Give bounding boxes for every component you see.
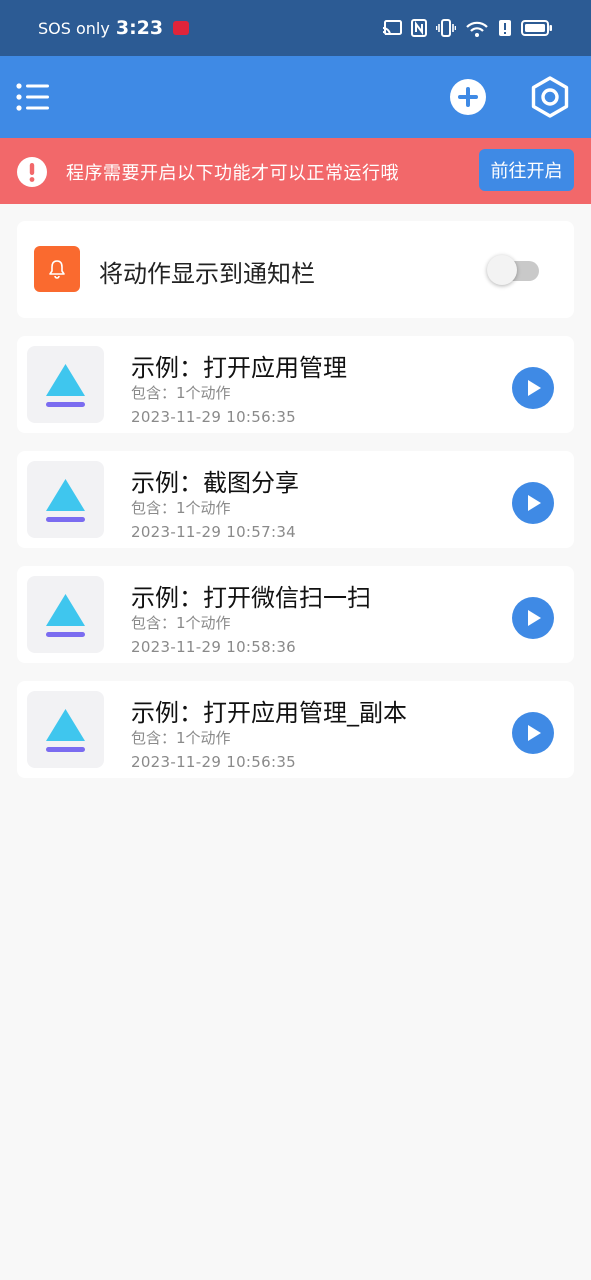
task-title: 示例：打开应用管理 xyxy=(131,354,347,382)
play-button-icon[interactable] xyxy=(512,367,554,409)
status-right xyxy=(382,19,553,37)
exclamation-circle-icon xyxy=(17,157,47,187)
carrier-text: SOS only xyxy=(38,18,110,38)
status-bar: SOS only 3:23 xyxy=(0,0,591,56)
cast-icon xyxy=(382,20,402,36)
task-subtitle: 包含：1个动作 xyxy=(131,384,231,402)
clock: 3:23 xyxy=(115,17,164,39)
nfc-icon xyxy=(411,19,427,37)
task-eject-icon xyxy=(46,594,85,637)
task-title: 示例：截图分享 xyxy=(131,469,299,497)
plus-circle-icon[interactable] xyxy=(449,78,487,116)
notification-setting-card: 将动作显示到通知栏 xyxy=(17,221,574,318)
task-eject-icon xyxy=(46,364,85,407)
task-timestamp: 2023-11-29 10:56:35 xyxy=(131,408,297,426)
warning-text: 程序需要开启以下功能才可以正常运行哦 xyxy=(66,163,399,184)
app-bar xyxy=(0,56,591,138)
task-card[interactable]: 示例：截图分享 包含：1个动作 2023-11-29 10:57:34 xyxy=(17,451,574,548)
task-subtitle: 包含：1个动作 xyxy=(131,729,231,747)
status-left: SOS only 3:23 xyxy=(38,17,190,39)
wifi-icon xyxy=(466,21,488,37)
bell-icon xyxy=(49,260,65,279)
enable-permissions-button[interactable]: 前往开启 xyxy=(479,149,574,191)
task-card[interactable]: 示例：打开应用管理 包含：1个动作 2023-11-29 10:56:35 xyxy=(17,336,574,433)
task-title: 示例：打开应用管理_副本 xyxy=(131,699,407,727)
task-timestamp: 2023-11-29 10:57:34 xyxy=(131,523,297,541)
vibrate-icon xyxy=(436,19,456,37)
task-subtitle: 包含：1个动作 xyxy=(131,614,231,632)
task-title: 示例：打开微信扫一扫 xyxy=(131,584,371,612)
notification-setting-label: 将动作显示到通知栏 xyxy=(99,260,315,288)
task-eject-icon xyxy=(46,479,85,522)
play-button-icon[interactable] xyxy=(512,482,554,524)
app-notification-icon xyxy=(173,21,190,35)
task-thumbnail xyxy=(27,691,104,768)
task-eject-icon xyxy=(46,709,85,752)
play-button-icon[interactable] xyxy=(512,712,554,754)
no-signal-icon xyxy=(499,20,511,36)
task-thumbnail xyxy=(27,346,104,423)
permission-warning-banner: 程序需要开启以下功能才可以正常运行哦 前往开启 xyxy=(0,138,591,204)
task-thumbnail xyxy=(27,576,104,653)
task-timestamp: 2023-11-29 10:56:35 xyxy=(131,753,297,771)
task-card[interactable]: 示例：打开应用管理_副本 包含：1个动作 2023-11-29 10:56:35 xyxy=(17,681,574,778)
menu-list-icon[interactable] xyxy=(16,82,50,112)
task-thumbnail xyxy=(27,461,104,538)
task-timestamp: 2023-11-29 10:58:36 xyxy=(131,638,297,656)
battery-icon xyxy=(521,20,552,36)
notification-toggle[interactable] xyxy=(487,255,540,285)
hexagon-settings-icon[interactable] xyxy=(529,76,571,118)
toggle-knob xyxy=(487,255,517,285)
task-card[interactable]: 示例：打开微信扫一扫 包含：1个动作 2023-11-29 10:58:36 xyxy=(17,566,574,663)
task-subtitle: 包含：1个动作 xyxy=(131,499,231,517)
play-button-icon[interactable] xyxy=(512,597,554,639)
bell-tile xyxy=(34,246,80,292)
